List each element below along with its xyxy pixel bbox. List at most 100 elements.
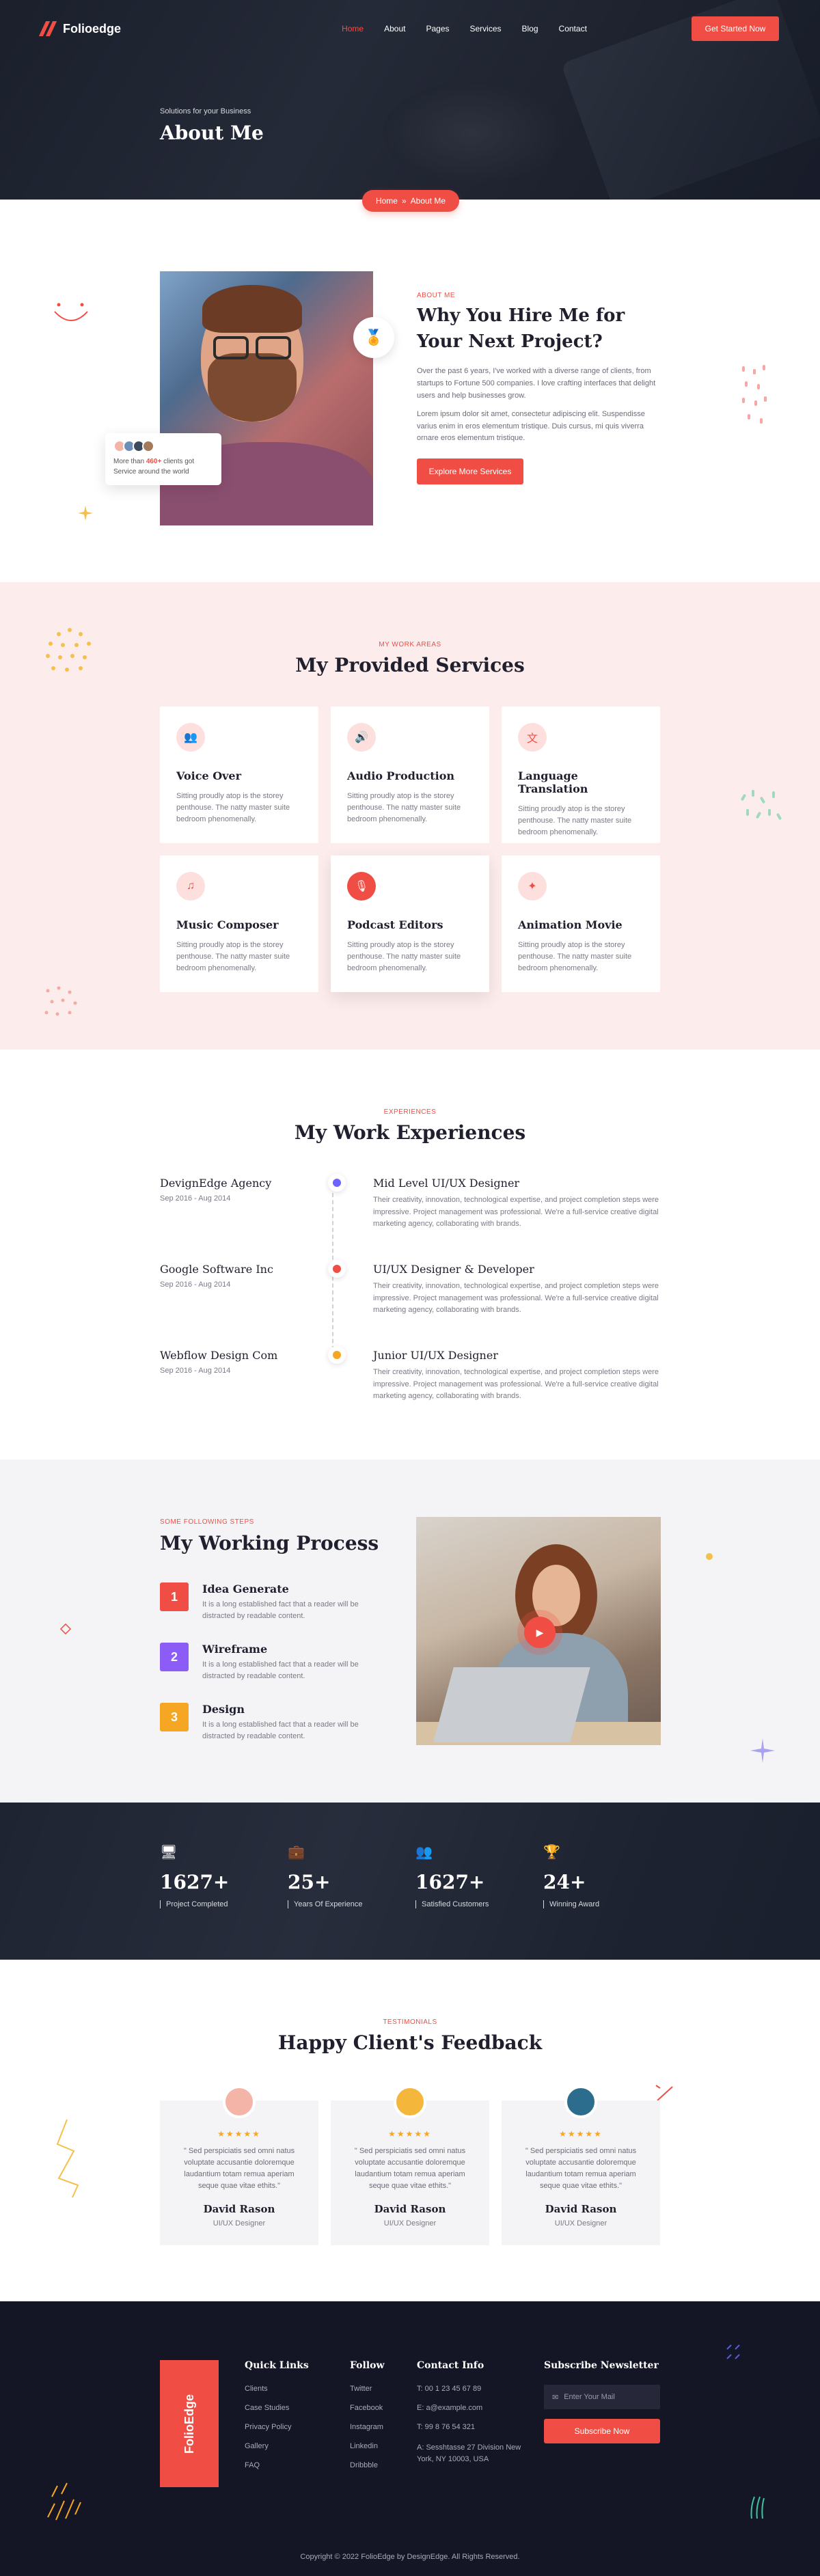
service-description: Sitting proudly atop is the storey penth… [176, 792, 290, 824]
service-card[interactable]: 文 Language Translation Sitting proudly ato… [502, 707, 660, 843]
brand-name: Folioedge [63, 21, 121, 36]
social-link-facebook[interactable]: Facebook [350, 2404, 385, 2412]
logo-icon [38, 21, 57, 36]
step-number: 2 [160, 1643, 189, 1671]
site-footer: FolioEdge Quick Links Clients Case Studi… [0, 2301, 820, 2576]
decorative-dots-icon [742, 365, 767, 424]
experience-date: Sep 2016 - Aug 2014 [160, 1280, 231, 1289]
service-title: Audio Production [347, 769, 455, 782]
step-title: Idea Generate [202, 1582, 289, 1595]
stat-value: 1627+ [415, 1871, 485, 1893]
step-title: Design [202, 1703, 245, 1716]
nav-item-contact[interactable]: Contact [559, 24, 587, 33]
social-link-instagram[interactable]: Instagram [350, 2423, 385, 2431]
footer-link[interactable]: Case Studies [245, 2404, 309, 2412]
animation-icon: ✦ [518, 872, 547, 901]
process-step: 1 Idea Generate It is a long established… [160, 1582, 365, 1630]
service-description: Sitting proudly atop is the storey penth… [518, 941, 632, 973]
contact-email[interactable]: E: a@example.com [417, 2404, 526, 2412]
timeline-dot-icon [328, 1346, 346, 1364]
hero-banner: Folioedge Home About Pages Services Blog… [0, 0, 820, 200]
users-icon: 👥 [176, 723, 205, 752]
experience-date: Sep 2016 - Aug 2014 [160, 1194, 231, 1203]
stat-caption: Satisfied Customers [415, 1900, 538, 1908]
stat-caption: Winning Award [543, 1900, 666, 1908]
stat-item: 💼 25+ Years Of Experience [288, 1844, 411, 1908]
hero-subtitle: Solutions for your Business [160, 107, 251, 115]
step-number: 1 [160, 1582, 189, 1611]
music-icon: ♫ [176, 872, 205, 901]
service-title: Voice Over [176, 769, 242, 782]
nav-item-pages[interactable]: Pages [426, 24, 449, 33]
testimonial-quote: " Sed perspiciatis sed omni natus volupt… [525, 2147, 637, 2191]
brand-logo[interactable]: Folioedge [38, 21, 121, 36]
service-card[interactable]: ✦ Animation Movie Sitting proudly atop is … [502, 855, 660, 992]
nav-item-home[interactable]: Home [342, 24, 364, 33]
nav-item-about[interactable]: About [384, 24, 405, 33]
nav-item-blog[interactable]: Blog [522, 24, 538, 33]
quick-links-column: Quick Links Clients Case Studies Privacy… [245, 2360, 309, 2480]
copyright: Copyright © 2022 FolioEdge by DesignEdge… [300, 2553, 520, 2561]
social-link-dribbble[interactable]: Dribbble [350, 2461, 385, 2469]
role-title: UI/UX Designer & Developer [373, 1263, 534, 1276]
avatar [223, 2085, 256, 2118]
contact-phone: T: 00 1 23 45 67 89 [417, 2385, 482, 2393]
nav-item-services[interactable]: Services [470, 24, 502, 33]
explore-services-button[interactable]: Explore More Services [417, 458, 523, 484]
footer-link[interactable]: FAQ [245, 2461, 309, 2469]
testimonial-card: ★★★★★ " Sed perspiciatis sed omni natus … [160, 2085, 318, 2245]
role-description: Their creativity, innovation, technologi… [373, 1282, 659, 1315]
social-link-twitter[interactable]: Twitter [350, 2385, 385, 2393]
about-section: 🏅 More than 460+ clients got Service aro… [0, 200, 820, 582]
testimonial-role: UI/UX Designer [383, 2219, 437, 2228]
timeline-dot-icon [328, 1260, 346, 1278]
footer-link[interactable]: Privacy Policy [245, 2423, 309, 2431]
service-card[interactable]: ♫ Music Composer Sitting proudly atop is t… [160, 855, 318, 992]
stat-item: 👥 1627+ Satisfied Customers [415, 1844, 538, 1908]
decorative-smile-icon [54, 303, 88, 321]
service-title: Music Composer [176, 918, 279, 931]
newsletter-placeholder: Enter Your Mail [564, 2393, 615, 2401]
clients-card: More than 460+ clients got Service aroun… [105, 433, 221, 485]
avatar [394, 2085, 426, 2118]
footer-link[interactable]: Gallery [245, 2442, 309, 2450]
experience-label: EXPERIENCES [383, 1108, 437, 1116]
services-section: MY WORK AREAS My Provided Services 👥 Voic… [0, 582, 820, 1050]
get-started-button[interactable]: Get Started Now [692, 16, 779, 41]
testimonial-name: David Rason [545, 2203, 617, 2216]
testimonials-heading: TESTIMONIALS Happy Client's Feedback [0, 2018, 820, 2054]
trophy-icon: 🏆 [543, 1845, 560, 1860]
newsletter-email-field[interactable]: ✉ Enter Your Mail [544, 2385, 660, 2409]
mail-icon: ✉ [552, 2393, 559, 2402]
play-icon[interactable]: ▶ [524, 1617, 556, 1648]
decorative-lines-icon [47, 2482, 81, 2521]
testimonials-title: Happy Client's Feedback [277, 2031, 543, 2054]
testimonial-quote: " Sed perspiciatis sed omni natus volupt… [354, 2147, 466, 2191]
experience-item: Webflow Design Com Sep 2016 - Aug 2014 J… [160, 1346, 666, 1424]
service-card[interactable]: 🔊 Audio Production Sitting proudly atop is… [331, 707, 489, 843]
decorative-diamond-icon [59, 1623, 72, 1635]
footer-link[interactable]: Clients [245, 2385, 309, 2393]
service-card[interactable]: 👥 Voice Over Sitting proudly atop is the s… [160, 707, 318, 843]
testimonial-card: ★★★★★ " Sed perspiciatis sed omni natus … [502, 2085, 660, 2245]
contact-column: Contact Info T: 00 1 23 45 67 89 E: a@ex… [417, 2360, 526, 2476]
monitor-icon: 🖥 [160, 1845, 178, 1860]
subscribe-button[interactable]: Subscribe Now [544, 2419, 660, 2443]
stat-value: 1627+ [160, 1871, 230, 1893]
services-label: MY WORK AREAS [379, 641, 441, 648]
experience-date: Sep 2016 - Aug 2014 [160, 1367, 231, 1375]
about-label: ABOUT ME [417, 292, 456, 299]
newsletter-column: Subscribe Newsletter ✉ Enter Your Mail S… [544, 2360, 660, 2443]
footer-brand[interactable]: FolioEdge [160, 2360, 219, 2487]
services-title: My Provided Services [295, 654, 525, 676]
stats-section: 🖥 1627+ Project Completed 💼 25+ Years Of… [0, 1803, 820, 1960]
testimonial-quote: " Sed perspiciatis sed omni natus volupt… [183, 2147, 295, 2191]
social-link-linkedin[interactable]: Linkedin [350, 2442, 385, 2450]
process-label: SOME FOLLOWING STEPS [160, 1518, 254, 1526]
follow-column: Follow Twitter Facebook Instagram Linked… [350, 2360, 385, 2480]
client-avatar [142, 440, 154, 452]
breadcrumb-home[interactable]: Home [376, 196, 398, 206]
role-title: Mid Level UI/UX Designer [373, 1177, 520, 1190]
clients-count: 460+ [146, 458, 162, 465]
service-card[interactable]: 🎙 Podcast Editors Sitting proudly atop is … [331, 855, 489, 992]
